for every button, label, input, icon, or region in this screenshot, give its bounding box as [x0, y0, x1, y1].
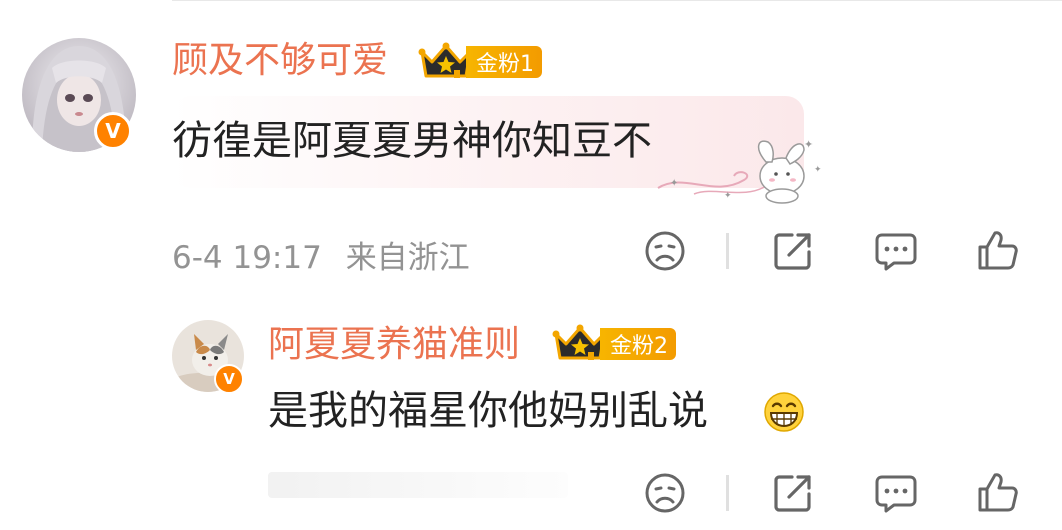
grinning-face-emoji-icon: [764, 392, 804, 432]
action-divider: [726, 475, 729, 511]
thumbs-up-icon: [978, 473, 1018, 512]
faint-placeholder: [268, 472, 568, 498]
bunny-sticker-icon: ✦ ✦ ✦ ✦: [657, 138, 822, 204]
svg-text:✦: ✦: [804, 138, 813, 151]
share-icon: [774, 475, 811, 512]
replier-username[interactable]: 阿夏夏养猫准则: [268, 322, 520, 368]
svg-text:✦: ✦: [724, 191, 732, 201]
like-button[interactable]: [976, 228, 1020, 272]
fan-level-badge[interactable]: 金粉1: [466, 46, 542, 78]
comment-icon: [875, 475, 917, 513]
comment-text[interactable]: 彷徨是阿夏夏男神你知豆不: [172, 116, 652, 166]
share-icon: [774, 233, 811, 270]
comment-icon: [875, 233, 917, 271]
top-divider: [172, 0, 1062, 1]
comment-location: 来自浙江: [345, 240, 470, 276]
reply-text-content: 是我的福星你他妈别乱说: [268, 388, 708, 434]
comment-meta: 6-4 19:17 来自浙江: [172, 232, 470, 277]
svg-text:✦: ✦: [670, 178, 678, 189]
like-button[interactable]: [976, 470, 1020, 514]
thumbs-up-icon: [978, 231, 1018, 270]
dislike-button[interactable]: [644, 230, 686, 272]
frown-face-icon: [645, 231, 685, 271]
dislike-button[interactable]: [644, 472, 686, 514]
commenter-username[interactable]: 顾及不够可爱: [172, 38, 388, 84]
action-divider: [726, 233, 729, 269]
comment-time: 6-4 19:17: [172, 240, 322, 276]
reply-text[interactable]: 是我的福星你他妈别乱说: [268, 386, 708, 436]
comment-button[interactable]: [874, 472, 918, 514]
repost-button[interactable]: [772, 230, 814, 272]
svg-text:✦: ✦: [814, 165, 822, 175]
verified-badge-icon: V: [94, 112, 132, 150]
frown-face-icon: [645, 473, 685, 513]
verified-badge-icon: V: [214, 364, 244, 394]
comment-button[interactable]: [874, 230, 918, 272]
repost-button[interactable]: [772, 472, 814, 514]
fan-level-badge[interactable]: 金粉2: [600, 328, 676, 360]
